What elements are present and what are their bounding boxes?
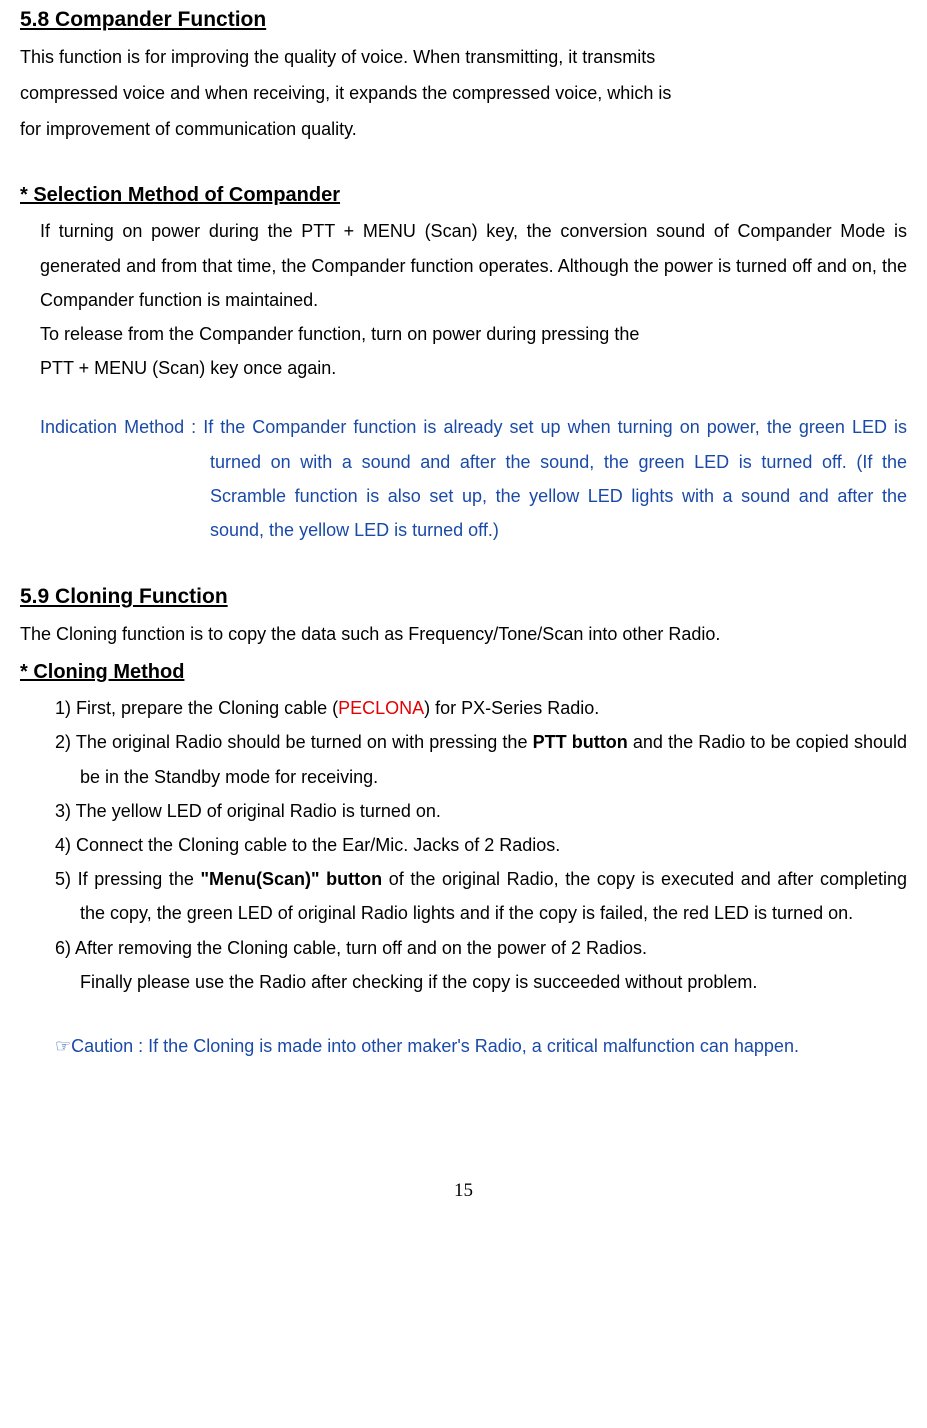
cloning-step-1: 1) First, prepare the Cloning cable (PEC… xyxy=(55,691,907,725)
cloning-method-list: 1) First, prepare the Cloning cable (PEC… xyxy=(20,691,907,999)
compander-selection-para2: To release from the Compander function, … xyxy=(20,317,907,351)
cloning-cable-code: PECLONA xyxy=(338,698,424,718)
section-5-8-heading: 5.8 Compander Function xyxy=(20,0,907,40)
section-5-8-para3: for improvement of communication quality… xyxy=(20,112,907,146)
cloning-step-2-pre: 2) The original Radio should be turned o… xyxy=(55,732,533,752)
compander-selection-heading: * Selection Method of Compander xyxy=(20,176,907,214)
cloning-step-3: 3) The yellow LED of original Radio is t… xyxy=(55,794,907,828)
caution-block: ☞Caution : If the Cloning is made into o… xyxy=(20,1029,907,1063)
indication-method-label: Indication Method : xyxy=(40,417,203,437)
cloning-step-5-pre: 5) If pressing the xyxy=(55,869,200,889)
cloning-step-6: 6) After removing the Cloning cable, tur… xyxy=(55,931,907,965)
cloning-step-5: 5) If pressing the "Menu(Scan)" button o… xyxy=(55,862,907,930)
section-5-8-para2: compressed voice and when receiving, it … xyxy=(20,76,907,110)
cloning-step-6-sub: Finally please use the Radio after check… xyxy=(55,965,907,999)
cloning-step-1-pre: 1) First, prepare the Cloning cable ( xyxy=(55,698,338,718)
cloning-step-2: 2) The original Radio should be turned o… xyxy=(55,725,907,793)
cloning-method-heading: * Cloning Method xyxy=(20,653,907,691)
cloning-step-4: 4) Connect the Cloning cable to the Ear/… xyxy=(55,828,907,862)
section-5-8-para1: This function is for improving the quali… xyxy=(20,40,907,74)
menu-scan-button-label: "Menu(Scan)" button xyxy=(200,869,382,889)
compander-selection-para3: PTT + MENU (Scan) key once again. xyxy=(20,351,907,385)
compander-selection-para1: If turning on power during the PTT + MEN… xyxy=(20,214,907,317)
caution-text: ☞Caution : If the Cloning is made into o… xyxy=(55,1029,907,1063)
section-5-9-intro: The Cloning function is to copy the data… xyxy=(20,617,907,651)
indication-method-text: If the Compander function is already set… xyxy=(203,417,907,540)
section-5-9-heading: 5.9 Cloning Function xyxy=(20,577,907,617)
cloning-step-1-post: ) for PX-Series Radio. xyxy=(424,698,599,718)
page-number: 15 xyxy=(20,1173,907,1209)
ptt-button-label: PTT button xyxy=(533,732,628,752)
indication-method-block: Indication Method : If the Compander fun… xyxy=(20,410,907,547)
